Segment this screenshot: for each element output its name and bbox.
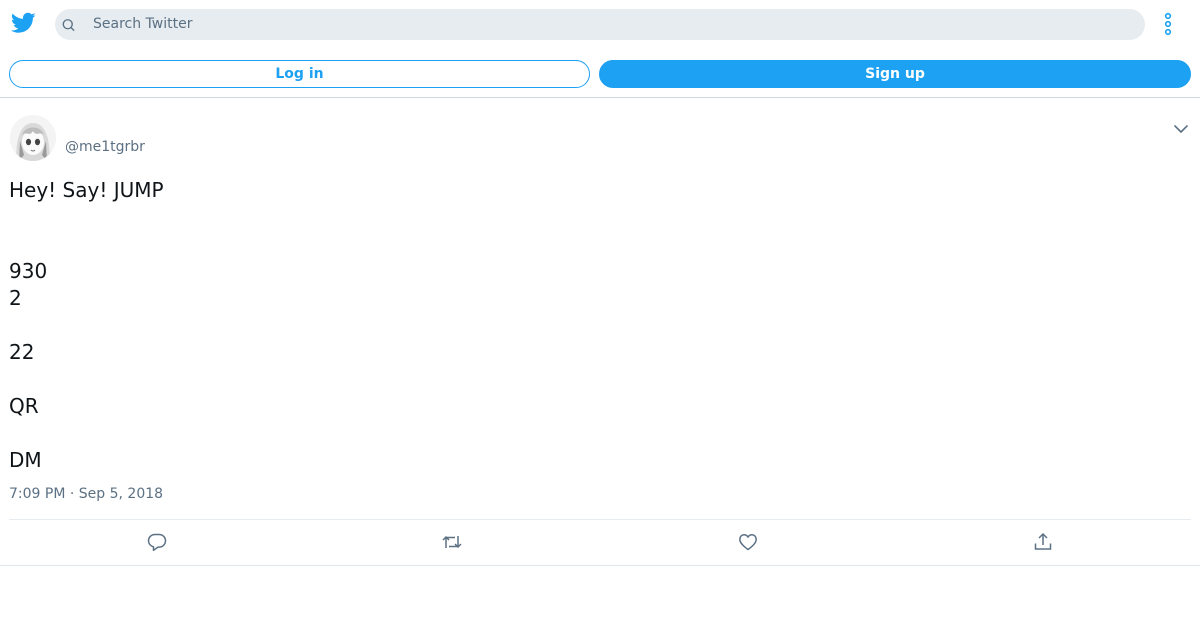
- signup-button[interactable]: Sign up: [599, 60, 1191, 88]
- tweet-line: 22: [9, 340, 35, 364]
- share-icon[interactable]: [1033, 532, 1053, 552]
- top-bar: Search Twitter: [0, 0, 1200, 48]
- twitter-bird-icon[interactable]: [11, 12, 36, 34]
- tweet-line: 930: [9, 259, 48, 283]
- search-icon: [62, 19, 75, 31]
- tweet-actions: [0, 520, 1200, 565]
- avatar-image: [10, 115, 56, 161]
- tweet: @me1tgrbr Hey! Say! JUMP 930 2 22 QR DM …: [0, 99, 1200, 566]
- search-placeholder: Search Twitter: [93, 16, 193, 32]
- tweet-line: Hey! Say! JUMP: [9, 178, 164, 202]
- tweet-line: QR: [9, 394, 39, 418]
- tweet-line: [9, 231, 1189, 258]
- vertical-dots-icon[interactable]: [1158, 12, 1178, 36]
- tweet-line: 2: [9, 286, 22, 310]
- tweet-line: [9, 204, 1189, 231]
- login-button[interactable]: Log in: [9, 60, 590, 88]
- chevron-down-icon[interactable]: [1173, 121, 1189, 137]
- tweet-timestamp[interactable]: 7:09 PM · Sep 5, 2018: [9, 486, 163, 503]
- avatar[interactable]: [10, 115, 56, 161]
- tweet-handle[interactable]: @me1tgrbr: [65, 139, 145, 156]
- reply-icon[interactable]: [147, 532, 167, 552]
- tweet-line: [9, 312, 1189, 339]
- tweet-line: DM: [9, 448, 42, 472]
- search-input[interactable]: Search Twitter: [55, 9, 1145, 40]
- tweet-line: [9, 420, 1189, 447]
- retweet-icon[interactable]: [442, 532, 462, 552]
- tweet-text: Hey! Say! JUMP 930 2 22 QR DM: [9, 177, 1189, 474]
- tweet-line: [9, 366, 1189, 393]
- like-icon[interactable]: [738, 532, 758, 552]
- auth-bar: Log in Sign up: [0, 48, 1200, 98]
